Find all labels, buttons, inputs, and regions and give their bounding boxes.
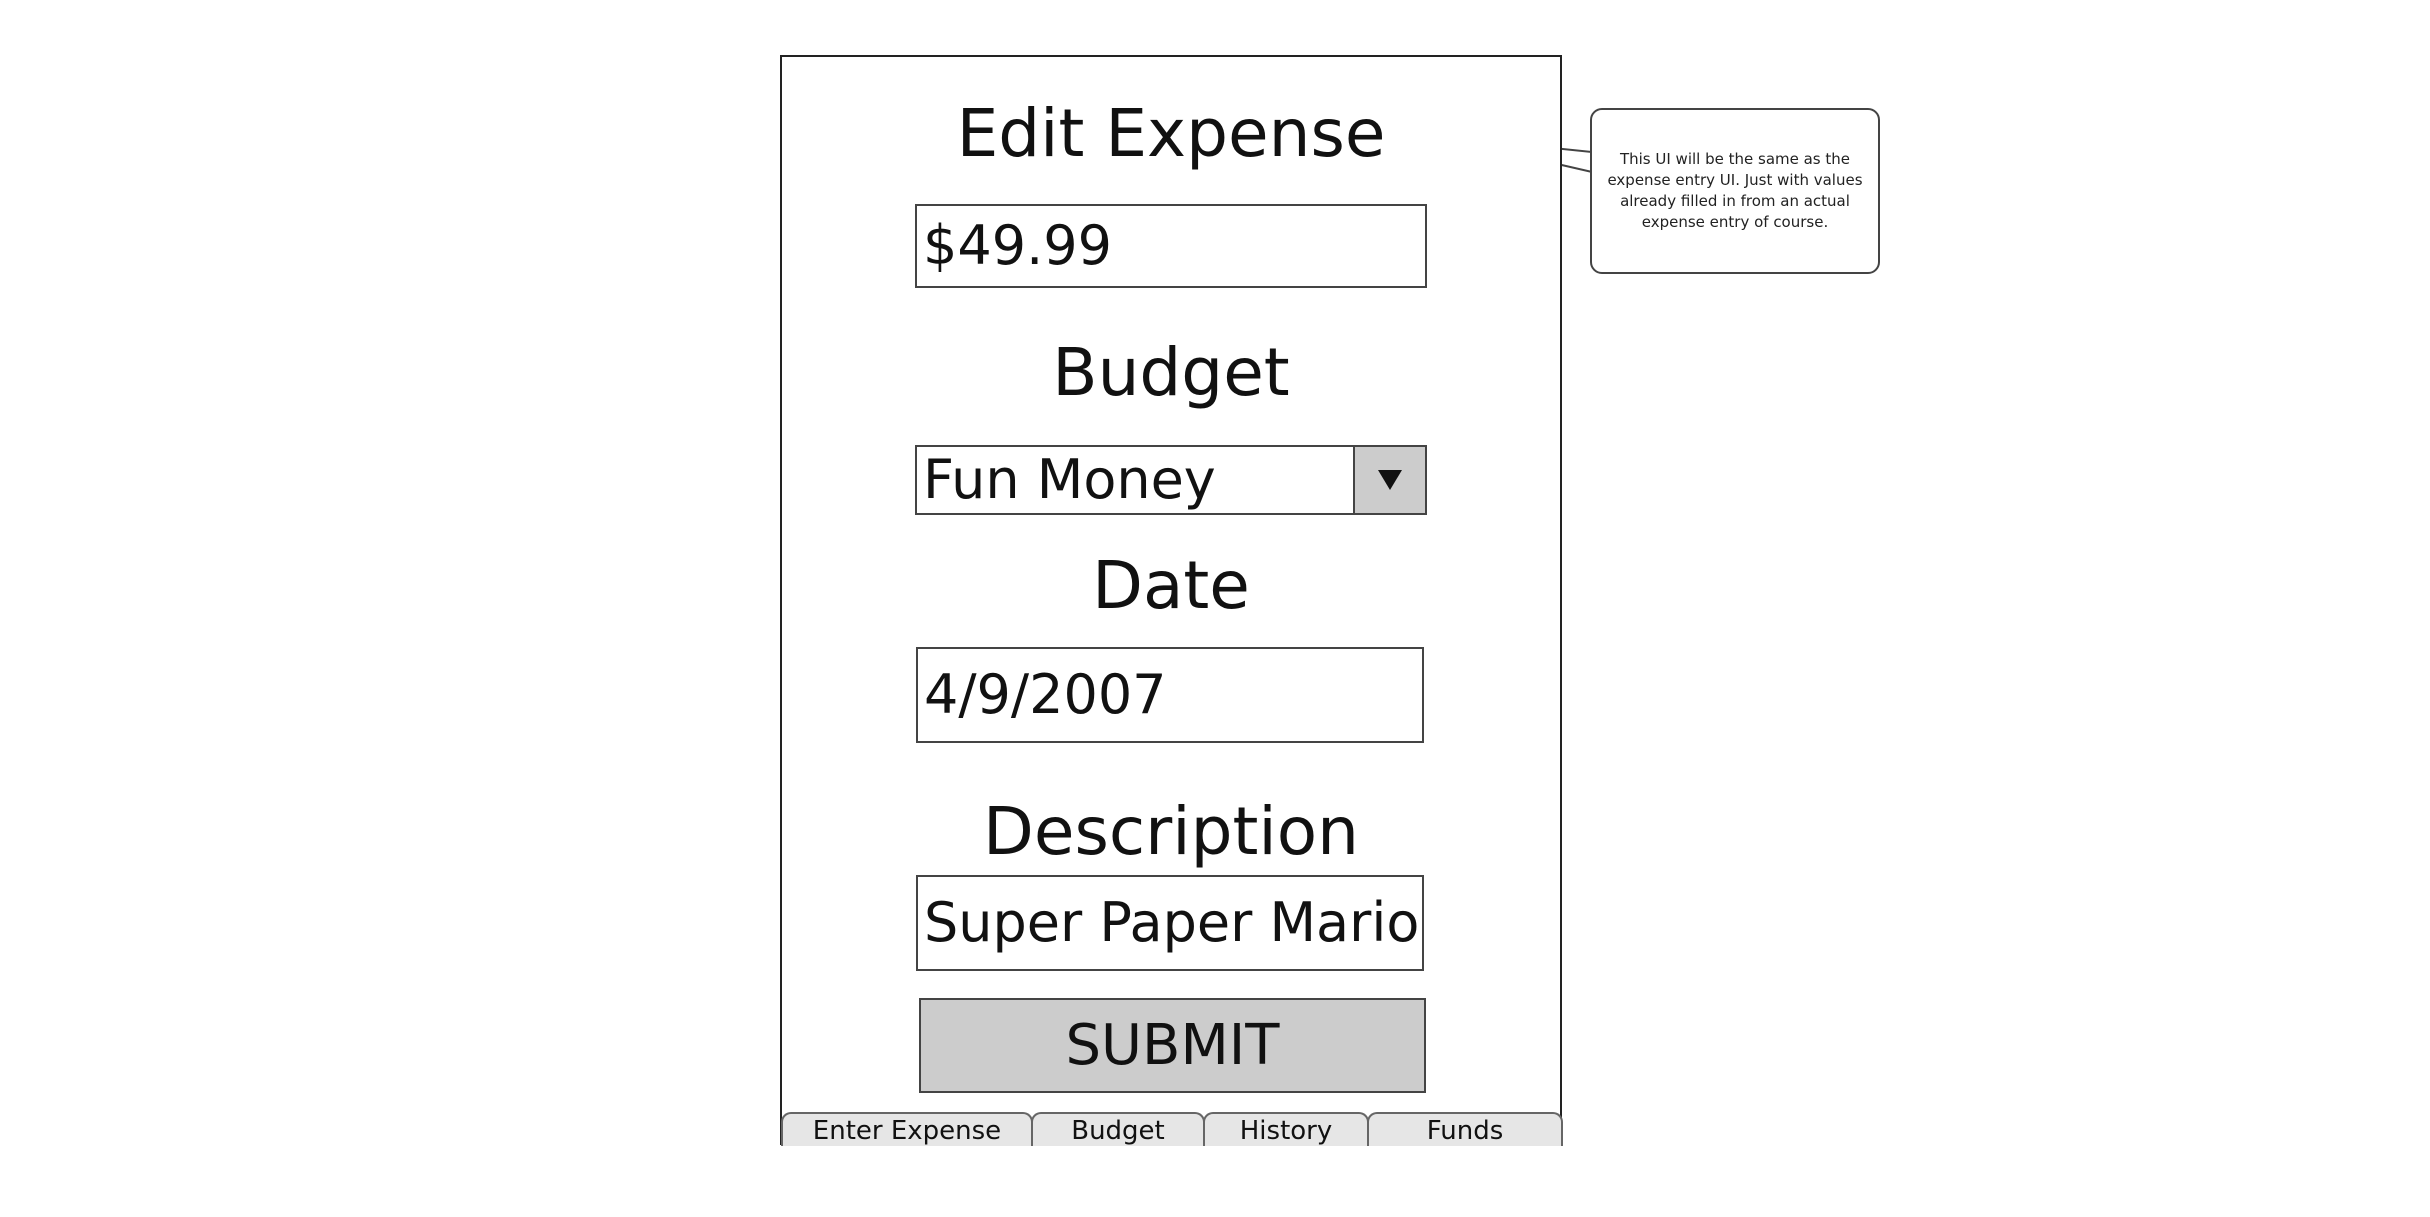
budget-label: Budget <box>1052 334 1290 411</box>
tab-budget[interactable]: Budget <box>1031 1112 1205 1146</box>
description-label: Description <box>983 793 1359 870</box>
phone-frame: Edit Expense $49.99 Budget Fun Money Dat… <box>780 55 1563 1146</box>
tab-history[interactable]: History <box>1203 1112 1369 1146</box>
tab-bar: Enter Expense Budget History Funds <box>781 1112 1563 1146</box>
tab-funds[interactable]: Funds <box>1367 1112 1563 1146</box>
annotation-callout: This UI will be the same as the expense … <box>1590 108 1880 274</box>
date-value: 4/9/2007 <box>924 663 1167 726</box>
tab-enter-expense[interactable]: Enter Expense <box>781 1112 1033 1146</box>
budget-selected-value: Fun Money <box>923 448 1216 511</box>
dropdown-button[interactable] <box>1353 447 1425 513</box>
date-input[interactable]: 4/9/2007 <box>916 647 1424 743</box>
page-title: Edit Expense <box>956 95 1386 172</box>
description-input[interactable]: Super Paper Mario <box>916 875 1424 971</box>
budget-select[interactable]: Fun Money <box>915 445 1427 515</box>
date-label: Date <box>1092 547 1250 624</box>
chevron-down-icon <box>1378 470 1402 490</box>
description-value: Super Paper Mario <box>924 891 1420 954</box>
submit-button[interactable]: SUBMIT <box>919 998 1426 1093</box>
amount-input[interactable]: $49.99 <box>915 204 1427 288</box>
amount-value: $49.99 <box>923 214 1112 277</box>
annotation-text: This UI will be the same as the expense … <box>1607 150 1863 231</box>
